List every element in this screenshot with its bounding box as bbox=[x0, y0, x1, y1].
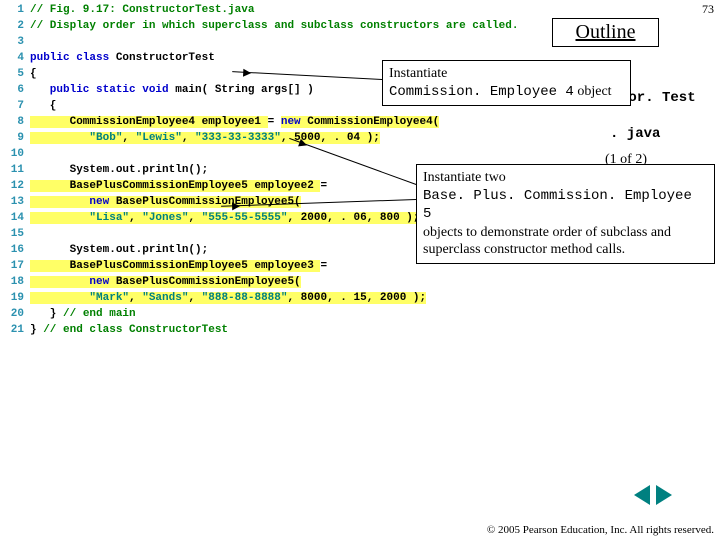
callout-employee1: Instantiate Commission. Employee 4 objec… bbox=[382, 60, 631, 106]
class-name-tail: tor. Test bbox=[620, 90, 696, 106]
outline-heading: Outline bbox=[552, 18, 659, 47]
prev-slide-button[interactable] bbox=[634, 485, 650, 505]
copyright: © 2005 Pearson Education, Inc. All right… bbox=[487, 524, 714, 536]
page-number: 73 bbox=[702, 2, 714, 17]
callout-employees23: Instantiate two Base. Plus. Commission. … bbox=[416, 164, 715, 264]
comment: // Fig. 9.17: ConstructorTest.java bbox=[30, 4, 254, 16]
line-number: 1 bbox=[2, 2, 30, 18]
file-extension-label: . java bbox=[610, 126, 660, 142]
next-slide-button[interactable] bbox=[656, 485, 672, 505]
